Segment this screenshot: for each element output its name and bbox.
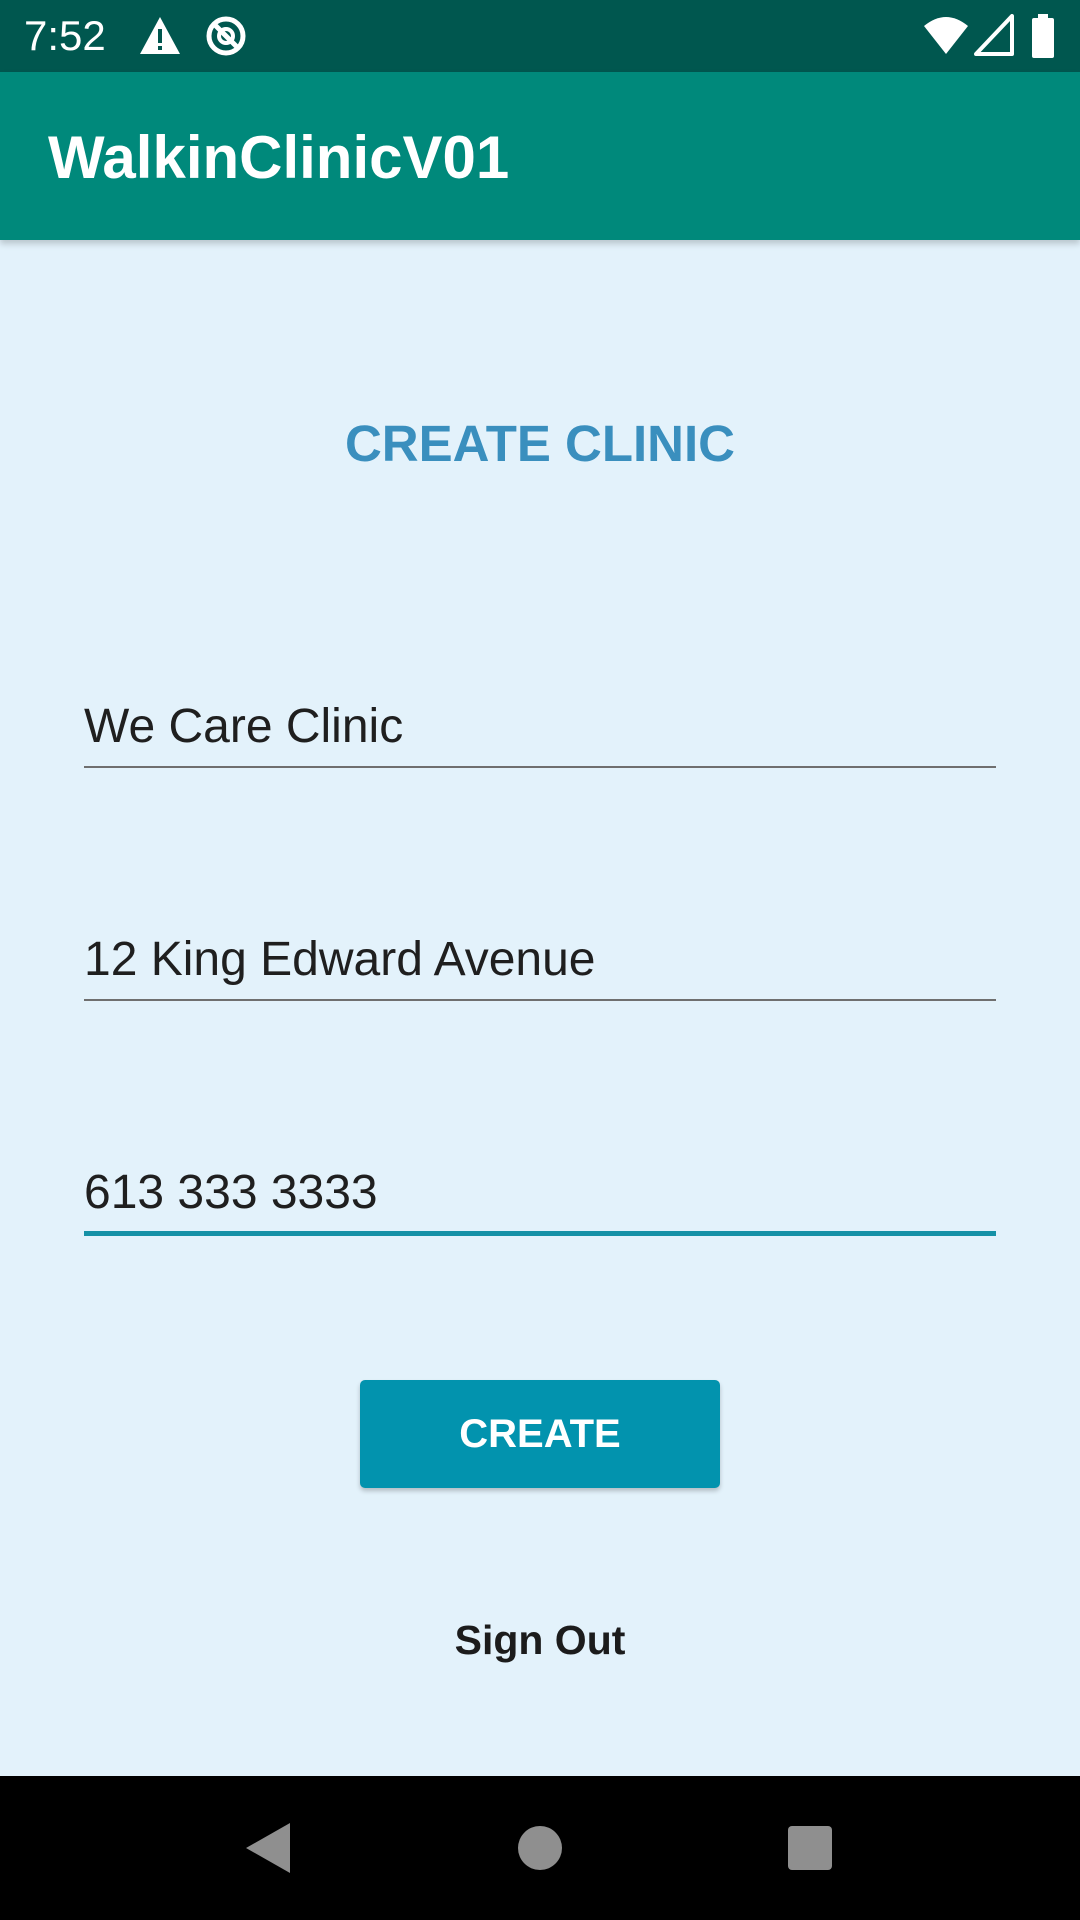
app-title: WalkinClinicV01: [48, 124, 510, 191]
address-underline: [84, 999, 996, 1001]
page-title: CREATE CLINIC: [344, 415, 736, 472]
status-time: 7:52: [24, 12, 106, 59]
phone-field[interactable]: 613 333 3333: [84, 1158, 996, 1236]
battery-icon: [1032, 14, 1054, 58]
wifi-icon: [924, 17, 968, 54]
sign-out-button[interactable]: Sign Out: [0, 1612, 1080, 1668]
create-button[interactable]: CREATE: [360, 1380, 720, 1488]
phone-underline: [84, 1231, 996, 1236]
clinic-name-field[interactable]: We Care Clinic: [84, 692, 996, 768]
phone-value: 613 333 3333: [84, 1166, 378, 1219]
address-value: 12 King Edward Avenue: [84, 933, 596, 986]
address-field[interactable]: 12 King Edward Avenue: [84, 925, 996, 1001]
clinic-name-underline: [84, 766, 996, 768]
home-icon[interactable]: [510, 1776, 570, 1920]
do-not-disturb-icon: [206, 16, 246, 56]
cell-signal-icon: [974, 14, 1014, 56]
recents-icon[interactable]: [780, 1776, 840, 1920]
alert-icon: [140, 17, 180, 54]
app-bar: WalkinClinicV01: [0, 72, 1080, 240]
navigation-bar: [0, 1776, 1080, 1920]
back-icon[interactable]: [240, 1776, 300, 1920]
status-bar: 7:52: [0, 0, 1080, 72]
clinic-name-value: We Care Clinic: [84, 700, 404, 753]
